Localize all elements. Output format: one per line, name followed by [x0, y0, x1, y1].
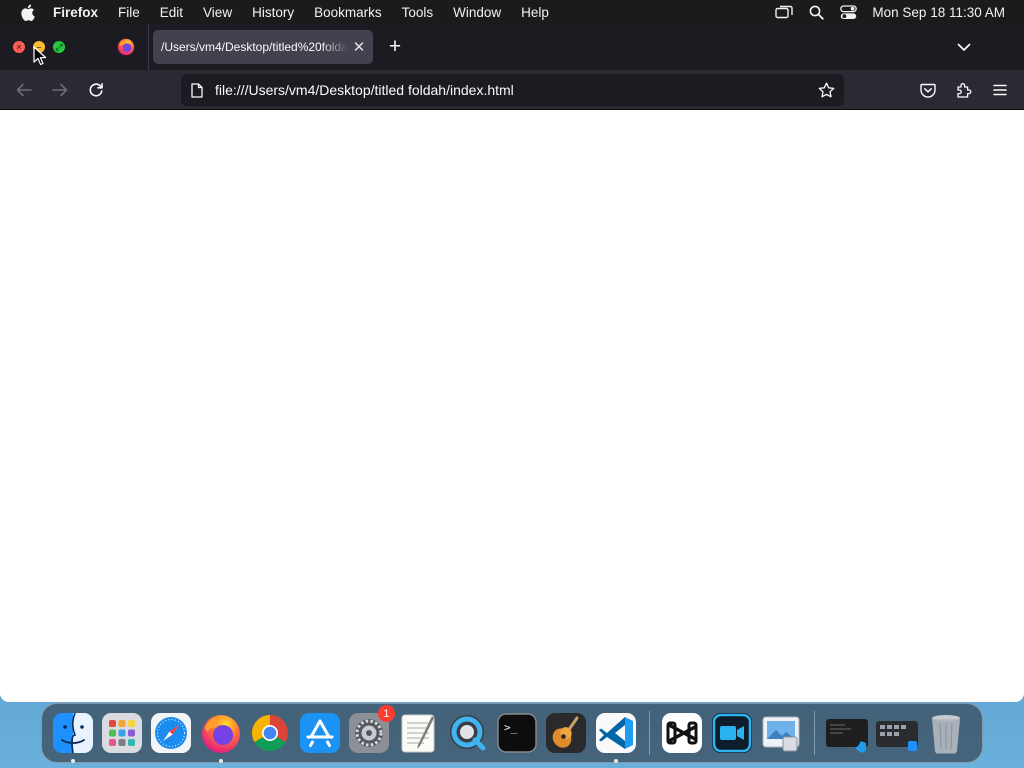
dock-terminal[interactable]: >_: [495, 711, 539, 755]
chrome-icon: [252, 715, 289, 752]
dock-trash[interactable]: [924, 711, 968, 755]
bookmark-star-button[interactable]: [816, 80, 836, 100]
window-thumbnail-icon: [875, 721, 918, 751]
running-indicator: [613, 759, 618, 763]
capcut-icon: [662, 713, 703, 753]
menu-app-name[interactable]: Firefox: [51, 5, 108, 20]
safari-compass-icon: [151, 713, 192, 753]
menu-view[interactable]: View: [193, 5, 242, 20]
notification-badge: 1: [377, 705, 395, 722]
mouse-cursor-icon: [33, 46, 47, 66]
dock-finder[interactable]: [51, 711, 95, 763]
arrow-right-icon: [52, 83, 68, 97]
fullscreen-arrows-icon: ⤢: [55, 42, 63, 52]
tab-separator: [148, 24, 149, 70]
dock-minimized-vscode-window[interactable]: [825, 711, 869, 755]
reload-button[interactable]: [85, 79, 107, 101]
dock-firefox[interactable]: [199, 711, 243, 763]
menubar-status-area: Mon Sep 18 11:30 AM: [768, 0, 1024, 24]
list-all-tabs-button[interactable]: [954, 37, 974, 57]
dock-capcut[interactable]: [660, 711, 704, 755]
screen-mirroring-icon[interactable]: [775, 3, 794, 21]
dock-quicktime[interactable]: [446, 711, 490, 755]
dock-safari[interactable]: [149, 711, 193, 755]
chevron-down-icon: [957, 43, 971, 51]
dock-minimized-finder-window[interactable]: [875, 711, 919, 755]
dock-app-store[interactable]: [298, 711, 342, 755]
control-center-icon[interactable]: [839, 3, 857, 21]
menu-bar: Firefox File Edit View History Bookmarks…: [0, 0, 1024, 24]
window-maximize-button[interactable]: ⤢: [53, 41, 65, 53]
apple-logo-icon[interactable]: [17, 2, 37, 22]
trash-icon: [932, 715, 961, 754]
back-button[interactable]: [13, 79, 35, 101]
star-icon: [818, 82, 834, 98]
dock-chrome[interactable]: [248, 711, 292, 755]
quicktime-icon: [449, 715, 486, 751]
new-tab-button[interactable]: +: [384, 36, 406, 58]
dock-garageband[interactable]: [544, 711, 588, 755]
reload-icon: [89, 83, 103, 97]
terminal-icon: >_: [497, 713, 537, 753]
window-thumbnail-icon: [826, 719, 869, 753]
textedit-icon: [401, 714, 435, 753]
tab-strip: × – ⤢ /Users/vm4/Desktop/titled%20foldah…: [0, 24, 1024, 70]
dock-vscode[interactable]: [594, 711, 638, 763]
page-document-icon[interactable]: [189, 82, 205, 98]
running-indicator: [70, 759, 75, 763]
hamburger-menu-icon: [993, 84, 1007, 96]
dock-textedit[interactable]: [396, 711, 440, 755]
menu-edit[interactable]: Edit: [150, 5, 193, 20]
pocket-button[interactable]: [917, 79, 939, 101]
menu-file[interactable]: File: [108, 5, 150, 20]
screen-recorder-icon: [711, 713, 752, 753]
dock: 1 >_: [41, 703, 983, 763]
firefox-logo-icon: [117, 38, 135, 56]
preview-icon: [762, 716, 800, 752]
firefox-view-button[interactable]: [110, 31, 142, 63]
vscode-icon: [595, 713, 636, 753]
menu-help[interactable]: Help: [511, 5, 559, 20]
dock-separator: [648, 711, 650, 755]
firefox-icon: [201, 715, 240, 753]
menu-tools[interactable]: Tools: [392, 5, 444, 20]
arrow-left-icon: [16, 83, 32, 97]
dock-launchpad[interactable]: [100, 711, 144, 755]
dock-screen-recorder[interactable]: [710, 711, 754, 755]
firefox-window: × – ⤢ /Users/vm4/Desktop/titled%20foldah…: [0, 24, 1024, 702]
url-text[interactable]: file:///Users/vm4/Desktop/titled foldah/…: [215, 82, 514, 98]
spotlight-search-icon[interactable]: [807, 3, 825, 21]
tab-close-icon[interactable]: ✕: [349, 37, 369, 57]
menu-history[interactable]: History: [242, 5, 304, 20]
navigation-toolbar: file:///Users/vm4/Desktop/titled foldah/…: [0, 70, 1024, 110]
terminal-prompt: >_: [504, 721, 518, 734]
running-indicator: [218, 759, 223, 763]
app-store-icon: [299, 713, 340, 753]
desktop-file-peek: [983, 726, 1024, 768]
launchpad-icon: [102, 713, 143, 753]
dock-preview[interactable]: [759, 711, 803, 755]
dock-system-settings[interactable]: 1: [347, 705, 395, 755]
puzzle-piece-icon: [957, 83, 972, 98]
forward-button[interactable]: [49, 79, 71, 101]
extensions-button[interactable]: [953, 79, 975, 101]
menu-bookmarks[interactable]: Bookmarks: [304, 5, 392, 20]
page-content-area[interactable]: [0, 110, 1024, 702]
dock-separator: [813, 711, 815, 755]
tab-title: /Users/vm4/Desktop/titled%20foldah/index…: [161, 40, 349, 54]
menu-window[interactable]: Window: [443, 5, 511, 20]
window-close-button[interactable]: ×: [13, 41, 25, 53]
address-bar[interactable]: file:///Users/vm4/Desktop/titled foldah/…: [181, 74, 844, 106]
close-x-icon: ×: [16, 42, 22, 52]
app-menu-button[interactable]: [989, 79, 1011, 101]
tab-active[interactable]: /Users/vm4/Desktop/titled%20foldah/index…: [153, 30, 373, 64]
menubar-clock[interactable]: Mon Sep 18 11:30 AM: [872, 5, 1005, 20]
finder-icon: [52, 712, 93, 754]
pocket-icon: [920, 83, 936, 98]
guitar-icon: [546, 713, 587, 753]
